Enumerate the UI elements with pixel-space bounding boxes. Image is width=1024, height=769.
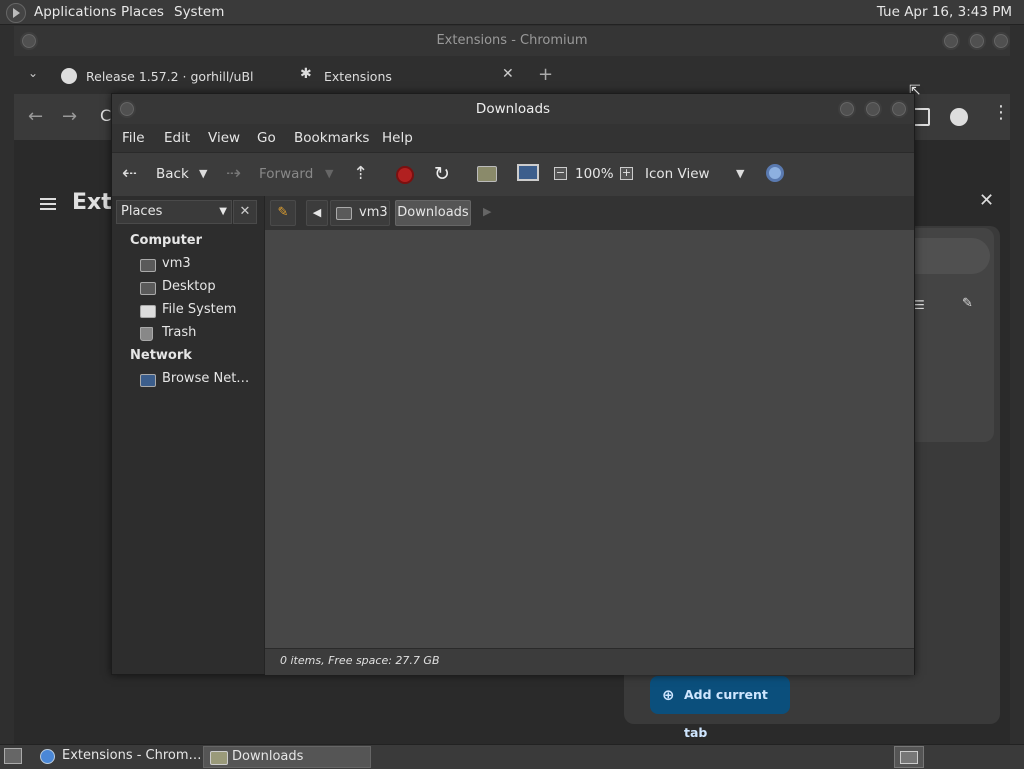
menu-edit[interactable]: Edit [164, 124, 190, 152]
list-icon[interactable]: ☰ [914, 298, 925, 312]
sidebar-selector[interactable]: Places ▼ [116, 200, 232, 224]
menu-bookmarks[interactable]: Bookmarks [294, 124, 369, 152]
tab-search-icon[interactable]: ⌄ [28, 66, 38, 80]
sidebar-item-browse-network[interactable]: Browse Net… [162, 371, 249, 386]
chromium-titlebar[interactable]: Extensions - Chromium [14, 26, 1010, 56]
more-menu-icon[interactable]: ⋮ [992, 104, 1010, 122]
minimize-icon[interactable] [942, 32, 960, 50]
panel-close-icon[interactable]: ✕ [979, 190, 994, 211]
taskbar-item-downloads[interactable]: Downloads [203, 746, 371, 768]
search-icon[interactable] [766, 164, 784, 182]
edit-pencil-icon[interactable]: ✎ [962, 296, 973, 311]
path-right-arrow-icon: ▶ [483, 205, 492, 218]
up-arrow-icon[interactable]: ⇡ [353, 152, 368, 196]
sidebar-item-desktop[interactable]: Desktop [162, 279, 216, 294]
sidebar-selector-label: Places [121, 204, 163, 219]
mate-logo-icon[interactable] [6, 3, 26, 23]
system-menu[interactable]: System [174, 0, 224, 24]
new-tab-icon[interactable]: + [538, 64, 553, 85]
edit-location-icon[interactable]: ✎ [270, 200, 296, 226]
minimize-icon[interactable] [838, 100, 856, 118]
menu-go[interactable]: Go [257, 124, 276, 152]
network-icon [140, 374, 156, 387]
show-desktop-icon[interactable] [4, 748, 22, 764]
back-history-dropdown-icon[interactable]: ▼ [199, 152, 207, 196]
filesystem-icon [140, 305, 156, 318]
computer-icon[interactable] [517, 164, 539, 181]
back-button[interactable]: Back [156, 152, 189, 196]
profile-icon[interactable] [950, 108, 968, 126]
stop-icon[interactable] [396, 166, 414, 184]
hamburger-icon[interactable] [40, 198, 56, 200]
maximize-icon[interactable] [864, 100, 882, 118]
home-folder-icon [336, 207, 352, 220]
github-icon [61, 68, 77, 84]
status-text: 0 items, Free space: 27.7 GB [280, 654, 440, 667]
places-menu[interactable]: Places [121, 0, 164, 24]
sidebar-heading-computer: Computer [130, 233, 203, 248]
desktop-folder-icon [140, 282, 156, 295]
downloads-window: Downloads File Edit View Go Bookmarks He… [111, 93, 915, 675]
clock[interactable]: Tue Apr 16, 3:43 PM [877, 0, 1012, 24]
close-icon[interactable] [890, 100, 908, 118]
maximize-icon[interactable] [968, 32, 986, 50]
sidebar-item-trash[interactable]: Trash [162, 325, 196, 340]
tab-extensions[interactable]: Extensions [324, 64, 474, 90]
window-thumbnail-icon [900, 751, 918, 764]
address-bar[interactable]: C [100, 106, 111, 125]
reload-icon[interactable]: ↻ [434, 152, 450, 196]
back-arrow-icon[interactable]: ⇠ [122, 152, 137, 196]
top-panel: Applications Places System Tue Apr 16, 3… [0, 0, 1024, 25]
downloads-window-title: Downloads [475, 101, 551, 117]
plus-circle-icon: ⊕ [662, 686, 675, 704]
home-folder-icon [140, 259, 156, 272]
add-current-tab-label: Add current tab [684, 687, 768, 740]
chromium-window-title: Extensions - Chromium [436, 33, 588, 48]
taskbar-item-extensions[interactable]: Extensions - Chrom… [34, 746, 200, 766]
trash-icon [140, 327, 153, 341]
menu-help[interactable]: Help [382, 124, 413, 152]
zoom-level[interactable]: 100% [575, 152, 614, 196]
forward-arrow-icon: ⇢ [226, 163, 242, 184]
home-folder-icon[interactable] [477, 166, 497, 182]
view-mode-dropdown-icon[interactable]: ▼ [736, 152, 744, 196]
forward-arrow-icon[interactable]: → [62, 106, 77, 127]
zoom-out-icon[interactable]: − [554, 167, 567, 180]
tab-close-icon[interactable]: ✕ [502, 66, 514, 82]
forward-history-dropdown-icon: ▼ [325, 167, 334, 180]
path-button-downloads[interactable]: Downloads [395, 200, 471, 226]
taskbar-item-label: Downloads [232, 749, 304, 764]
path-label-vm3: vm3 [359, 205, 388, 220]
sidebar-item-vm3[interactable]: vm3 [162, 256, 191, 271]
menu-view[interactable]: View [208, 124, 240, 152]
folder-icon [210, 751, 228, 765]
applications-menu[interactable]: Applications [34, 0, 116, 24]
path-left-arrow-icon[interactable]: ◀ [306, 200, 328, 226]
file-view-area[interactable] [265, 230, 914, 648]
chevron-down-icon: ▼ [219, 206, 227, 217]
forward-button: Forward [259, 166, 314, 182]
add-current-tab-button[interactable]: ⊕ Add current tab [650, 676, 790, 740]
view-mode-select[interactable]: Icon View [645, 152, 710, 196]
sidebar-item-file-system[interactable]: File System [162, 302, 236, 317]
path-button-vm3[interactable]: vm3 [330, 200, 390, 226]
tab-ublock-release[interactable]: Release 1.57.2 · gorhill/uBlock [86, 64, 254, 90]
puzzle-icon: ✱ [300, 66, 312, 82]
close-icon[interactable] [992, 32, 1010, 50]
zoom-in-icon[interactable]: + [620, 167, 633, 180]
chromium-icon [40, 749, 55, 764]
workspace-switcher[interactable] [894, 746, 924, 768]
menu-file[interactable]: File [122, 124, 145, 152]
sidebar-close-button[interactable]: ✕ [233, 200, 257, 224]
back-arrow-icon[interactable]: ← [28, 106, 43, 127]
taskbar-item-label: Extensions - Chrom… [62, 748, 200, 763]
sidebar-heading-network: Network [130, 348, 192, 363]
downloads-titlebar[interactable]: Downloads [112, 94, 914, 124]
